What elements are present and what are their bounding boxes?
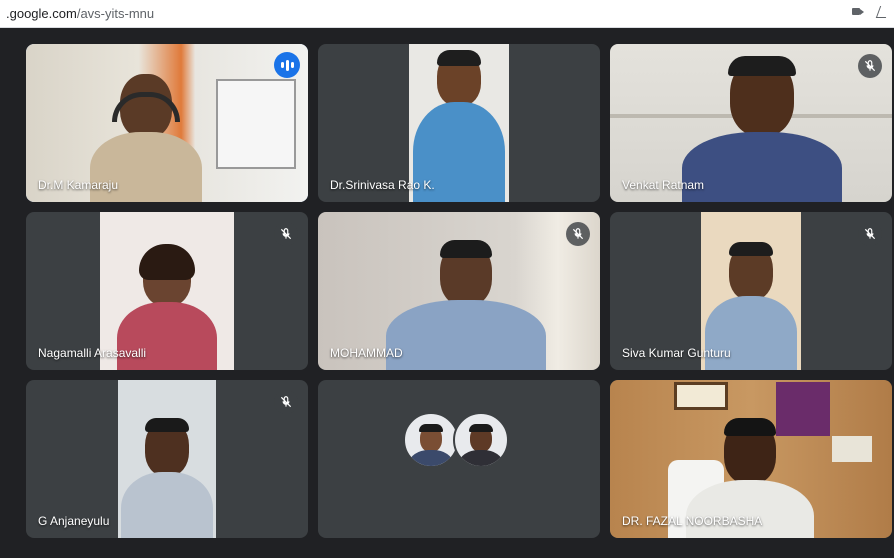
avatar — [403, 412, 459, 468]
meeting-grid: Dr.M Kamaraju Dr.Srinivasa Rao K. Venkat… — [0, 28, 894, 558]
participant-tile-siva[interactable]: Siva Kumar Gunturu — [610, 212, 892, 370]
participant-name: G Anjaneyulu — [38, 514, 110, 528]
url-domain: .google.com — [6, 6, 77, 21]
participant-tile-kamaraju[interactable]: Dr.M Kamaraju — [26, 44, 308, 202]
edit-icon[interactable] — [875, 6, 891, 18]
mic-off-icon — [274, 390, 298, 414]
participant-video — [118, 380, 216, 538]
bottom-toolbar-edge — [0, 546, 894, 558]
participant-tile-others[interactable] — [318, 380, 600, 538]
participant-name: DR. FAZAL NOORBASHA — [622, 514, 763, 528]
participant-avatars — [403, 412, 515, 468]
participant-tile-mohammad[interactable]: MOHAMMAD — [318, 212, 600, 370]
speaking-indicator-icon — [274, 52, 300, 78]
url-path: /avs-yits-mnu — [76, 6, 155, 21]
participant-name: Siva Kumar Gunturu — [622, 346, 731, 360]
mic-off-icon — [274, 222, 298, 246]
participant-name: Dr.Srinivasa Rao K. — [330, 178, 435, 192]
url-text[interactable]: .google.com/avs-yits-mnu — [6, 6, 154, 21]
participant-name: Nagamalli Arasavalli — [38, 346, 147, 360]
mic-off-icon — [566, 222, 590, 246]
participant-name: Venkat Ratnam — [622, 178, 705, 192]
participant-tile-venkat[interactable]: Venkat Ratnam — [610, 44, 892, 202]
mic-off-icon — [858, 54, 882, 78]
participant-tile-nagamalli[interactable]: Nagamalli Arasavalli — [26, 212, 308, 370]
participant-name: Dr.M Kamaraju — [38, 178, 119, 192]
participant-tile-fazal[interactable]: DR. FAZAL NOORBASHA — [610, 380, 892, 538]
browser-address-bar[interactable]: .google.com/avs-yits-mnu — [0, 0, 894, 28]
mic-off-icon — [858, 222, 882, 246]
avatar — [453, 412, 509, 468]
participant-name: MOHAMMAD — [330, 346, 403, 360]
participant-tile-srinivasa[interactable]: Dr.Srinivasa Rao K. — [318, 44, 600, 202]
participant-tile-anjaneyulu[interactable]: G Anjaneyulu — [26, 380, 308, 538]
camera-icon[interactable] — [852, 6, 864, 16]
